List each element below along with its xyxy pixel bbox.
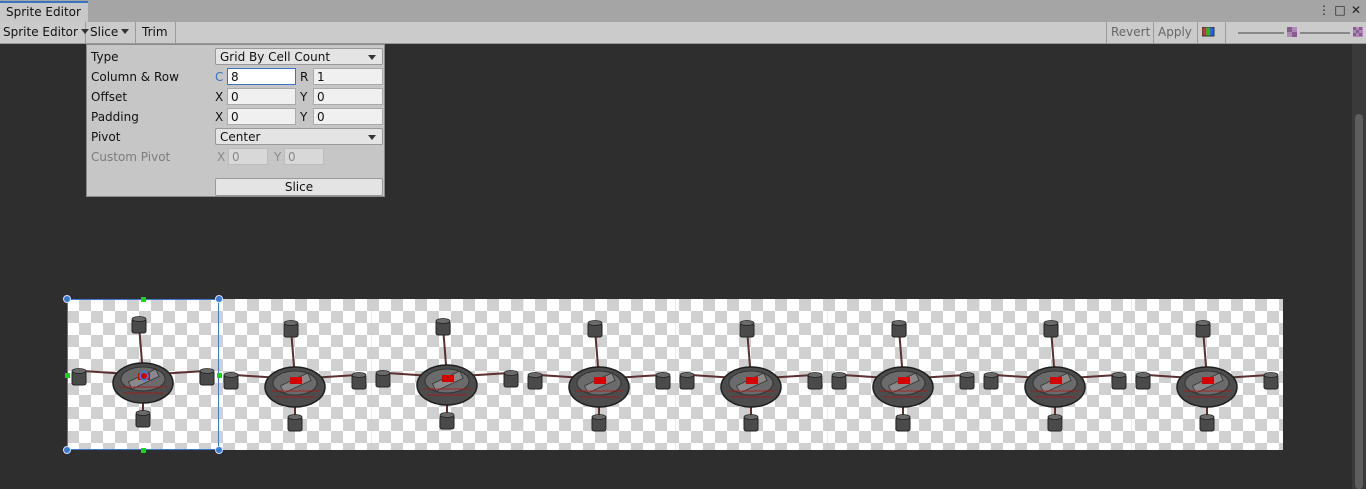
maximize-icon[interactable]: □ [1332,3,1348,17]
slice-label: Slice [90,25,119,39]
resize-handle-bottom[interactable] [141,448,146,453]
slice-grid-line [523,299,524,450]
chevron-down-icon [368,135,376,140]
slice-grid-line [675,299,676,450]
chevron-down-icon [121,29,130,34]
resize-handle-bottom-left[interactable] [63,446,71,454]
offset-x-input[interactable]: 0 [227,88,296,105]
resize-handle-right[interactable] [217,373,222,378]
slice-grid-line [827,299,828,450]
resize-handle-bottom-right[interactable] [215,446,223,454]
row-field-label: R [300,70,309,84]
slice-settings-panel: Type Grid By Cell Count Column & Row C 8… [86,44,385,197]
slice-button-label: Slice [284,180,314,194]
pivot-value: Center [220,130,261,144]
padding-y-label: Y [300,110,308,124]
slice-button[interactable]: Slice [215,178,383,196]
type-value: Grid By Cell Count [220,50,331,64]
trim-label: Trim [142,25,168,39]
slice-grid-line [979,299,980,450]
color-channel-icon [1201,26,1215,37]
offset-label: Offset [91,90,128,104]
mip-level-icon [1353,27,1363,37]
resize-handle-top-left[interactable] [63,295,71,303]
offset-x-label: X [215,90,224,104]
sprite-editor-dropdown[interactable]: Sprite Editor [0,22,89,43]
padding-label: Padding [91,110,139,124]
revert-button[interactable]: Revert [1106,22,1154,43]
column-field-label: C [215,70,224,84]
zoom-slider[interactable] [1238,32,1284,34]
toolbar: Sprite Editor Slice Trim Revert Apply [0,22,1366,59]
resize-handle-top-right[interactable] [215,295,223,303]
chevron-down-icon [368,55,376,60]
custom-pivot-x-input: 0 [228,148,268,165]
pivot-handle[interactable] [139,371,149,381]
type-dropdown[interactable]: Grid By Cell Count [215,48,383,65]
trim-button[interactable]: Trim [136,22,176,43]
tab-bar: Sprite Editor ⋮ □ ✕ [0,0,1366,23]
column-count-input[interactable]: 8 [227,68,296,85]
close-icon[interactable]: ✕ [1348,3,1364,17]
resize-handle-top[interactable] [141,297,146,302]
revert-label: Revert [1111,25,1151,39]
vertical-scrollbar[interactable] [1352,44,1366,489]
apply-button[interactable]: Apply [1154,22,1198,43]
scrollbar-thumb[interactable] [1355,114,1363,489]
padding-x-label: X [215,110,224,124]
sprite-editor-label: Sprite Editor [3,25,78,39]
custom-pivot-label: Custom Pivot [91,150,171,164]
slice-dropdown[interactable]: Slice [86,22,136,43]
padding-y-input[interactable]: 0 [313,108,383,125]
row-count-input[interactable]: 1 [313,68,383,85]
resize-handle-left[interactable] [65,373,70,378]
column-row-label: Column & Row [91,70,179,84]
kebab-menu-icon[interactable]: ⋮ [1316,3,1332,17]
offset-y-label: Y [300,90,308,104]
apply-label: Apply [1158,25,1192,39]
zoom-level-icon [1287,27,1297,37]
tab-label: Sprite Editor [6,5,81,19]
custom-pivot-y-label: Y [274,150,282,164]
pivot-dropdown[interactable]: Center [215,128,383,145]
pivot-label: Pivot [91,130,121,144]
tab-sprite-editor[interactable]: Sprite Editor [0,1,88,22]
offset-y-input[interactable]: 0 [313,88,383,105]
custom-pivot-y-input: 0 [284,148,324,165]
type-label: Type [91,50,119,64]
slice-grid-line [371,299,372,450]
padding-x-input[interactable]: 0 [227,108,296,125]
color-channel-toggle[interactable] [1198,22,1226,43]
mip-level-slider[interactable] [1300,32,1350,34]
slice-grid-line [1131,299,1132,450]
custom-pivot-x-label: X [217,150,226,164]
